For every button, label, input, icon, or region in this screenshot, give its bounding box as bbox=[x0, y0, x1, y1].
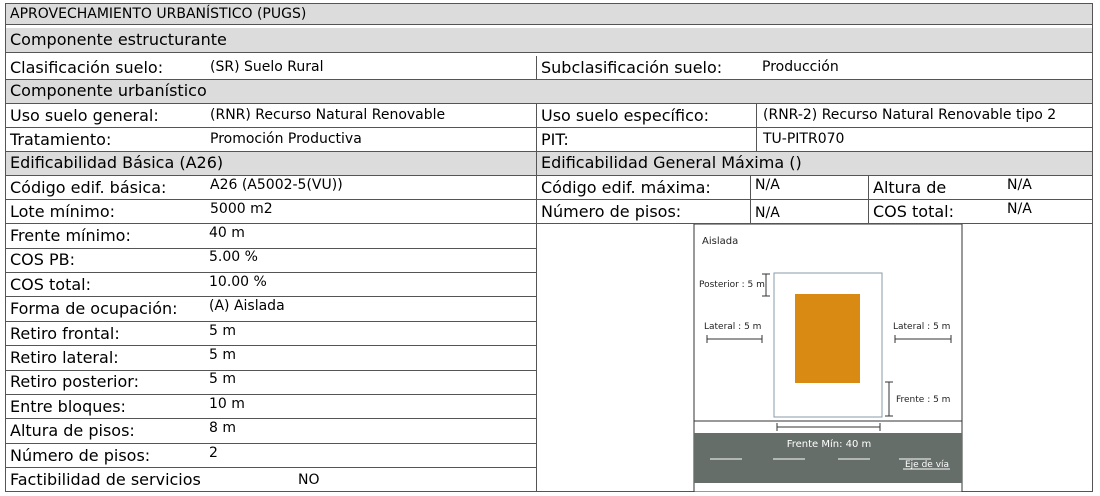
codigo-maxima-label: Código edif. máxima: bbox=[536, 176, 750, 199]
basica-row-label: Forma de ocupación: bbox=[10, 299, 178, 319]
basica-row-value: 2 bbox=[209, 444, 218, 461]
basica-row-value: 10.00 % bbox=[209, 273, 267, 290]
basica-row-value: 10 m bbox=[209, 395, 245, 412]
subclasificacion-label: Subclasificación suelo: bbox=[536, 56, 756, 79]
basica-row-label: Frente mínimo: bbox=[10, 226, 131, 245]
lote-value: 5000 m2 bbox=[210, 201, 273, 217]
basica-row: Frente mínimo: 40 m bbox=[6, 224, 536, 249]
cos-total-max-label: COS total: bbox=[868, 200, 1002, 223]
uso-especifico-label: Uso suelo específico: bbox=[536, 104, 756, 127]
lateral-right-label: Lateral : 5 m bbox=[893, 322, 950, 332]
edificabilidad-header-row: Edificabilidad Básica (A26) Edificabilid… bbox=[6, 152, 1092, 176]
componente-urbanistico-header: Componente urbanístico bbox=[10, 81, 207, 100]
lote-label: Lote mínimo: bbox=[10, 202, 116, 221]
basica-row: Altura de pisos: 8 m bbox=[6, 419, 536, 444]
table-title-row: APROVECHAMIENTO URBANÍSTICO (PUGS) bbox=[6, 4, 1092, 25]
codigo-maxima-value: N/A bbox=[750, 176, 868, 199]
subclasificacion-value: Producción bbox=[762, 59, 839, 75]
basica-row-label: Altura de pisos: bbox=[10, 421, 135, 441]
clasificacion-row: Clasificación suelo: (SR) Suelo Rural Su… bbox=[6, 56, 1092, 80]
basica-row: COS PB: 5.00 % bbox=[6, 248, 536, 273]
basica-row-value: 5 m bbox=[209, 322, 236, 339]
edificabilidad-maxima-header: Edificabilidad General Máxima () bbox=[536, 152, 802, 175]
altura-value: N/A bbox=[1007, 177, 1032, 193]
basica-row-label: COS total: bbox=[10, 274, 91, 294]
uso-suelo-row: Uso suelo general: (RNR) Recurso Natural… bbox=[6, 104, 1092, 128]
basica-row: Retiro lateral: 5 m bbox=[6, 346, 536, 371]
basica-row: Número de pisos: 2 bbox=[6, 444, 536, 469]
diagram-title: Aislada bbox=[702, 236, 738, 247]
pit-label: PIT: bbox=[536, 128, 756, 151]
frente-label: Frente : 5 m bbox=[896, 395, 950, 405]
clasificacion-label: Clasificación suelo: bbox=[10, 58, 164, 77]
basica-row-label: COS PB: bbox=[10, 250, 76, 270]
basica-row-value: 5.00 % bbox=[209, 249, 258, 266]
pisos-max-value: N/A bbox=[750, 200, 868, 223]
componente-estructurante-header: Componente estructurante bbox=[10, 30, 227, 49]
basica-row: Retiro posterior: 5 m bbox=[6, 370, 536, 395]
basica-row-value: (A) Aislada bbox=[209, 298, 285, 315]
codigo-edif-row: Código edif. básica: A26 (A5002-5(VU)) C… bbox=[6, 176, 1092, 200]
aprovechamiento-table: APROVECHAMIENTO URBANÍSTICO (PUGS) Compo… bbox=[5, 3, 1093, 493]
table-title: APROVECHAMIENTO URBANÍSTICO (PUGS) bbox=[10, 6, 307, 22]
basica-row: Factibilidad de servicios NO bbox=[6, 468, 536, 493]
lateral-left-label: Lateral : 5 m bbox=[704, 322, 761, 332]
diagram-pane: Aislada Posterior : 5 m Lateral : 5 m La… bbox=[536, 223, 1092, 493]
lote-row: Lote mínimo: 5000 m2 Número de pisos: N/… bbox=[6, 200, 1092, 224]
tratamiento-row: Tratamiento: Promoción Productiva PIT: T… bbox=[6, 128, 1092, 152]
pisos-max-label: Número de pisos: bbox=[536, 200, 750, 223]
componente-estructurante-header-row: Componente estructurante bbox=[6, 25, 1092, 53]
building-footprint bbox=[795, 294, 860, 383]
basica-row-value: 8 m bbox=[209, 420, 236, 437]
basica-row: Forma de ocupación: (A) Aislada bbox=[6, 297, 536, 322]
cos-total-max-value: N/A bbox=[1007, 201, 1032, 217]
basica-row-label: Entre bloques: bbox=[10, 396, 126, 416]
tratamiento-label: Tratamiento: bbox=[10, 130, 112, 149]
edificabilidad-basica-header: Edificabilidad Básica (A26) bbox=[10, 153, 224, 172]
posterior-label: Posterior : 5 m bbox=[699, 280, 765, 290]
basica-row-label: Factibilidad de servicios bbox=[10, 470, 201, 489]
uso-general-value: (RNR) Recurso Natural Renovable bbox=[210, 107, 446, 123]
componente-urbanistico-header-row: Componente urbanístico bbox=[6, 80, 1092, 104]
basica-row-value: NO bbox=[298, 472, 320, 488]
basica-row-value: 5 m bbox=[209, 371, 236, 388]
basica-row-value: 40 m bbox=[209, 225, 245, 241]
pit-value: TU-PITR070 bbox=[756, 128, 844, 151]
frente-min-label: Frente Mín: 40 m bbox=[787, 438, 872, 450]
uso-especifico-value: (RNR-2) Recurso Natural Renovable tipo 2 bbox=[756, 104, 1056, 127]
basica-row-label: Retiro posterior: bbox=[10, 372, 139, 392]
codigo-basica-label: Código edif. básica: bbox=[10, 178, 167, 197]
uso-general-label: Uso suelo general: bbox=[10, 106, 159, 125]
basica-row-label: Número de pisos: bbox=[10, 445, 151, 465]
basica-row-label: Retiro frontal: bbox=[10, 323, 120, 343]
codigo-basica-value: A26 (A5002-5(VU)) bbox=[210, 177, 343, 193]
basica-row-label: Retiro lateral: bbox=[10, 348, 119, 367]
basica-row: Retiro frontal: 5 m bbox=[6, 322, 536, 347]
basica-row-value: 5 m bbox=[209, 347, 236, 363]
aislada-diagram: Aislada Posterior : 5 m Lateral : 5 m La… bbox=[693, 223, 963, 493]
clasificacion-value: (SR) Suelo Rural bbox=[210, 59, 324, 75]
basica-row: Entre bloques: 10 m bbox=[6, 395, 536, 420]
tratamiento-value: Promoción Productiva bbox=[210, 131, 362, 147]
altura-label: Altura de bbox=[868, 176, 1002, 199]
